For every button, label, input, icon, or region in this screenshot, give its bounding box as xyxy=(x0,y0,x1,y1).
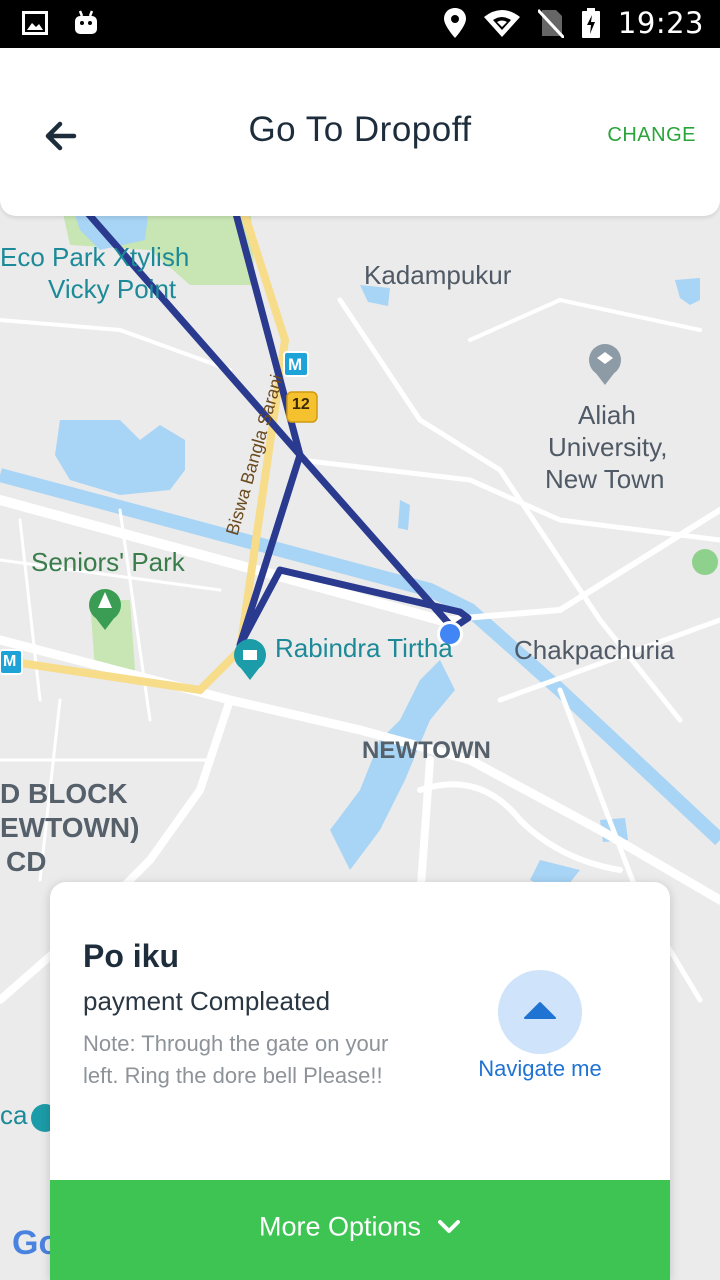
map-label-newtown: NEWTOWN xyxy=(362,737,491,764)
metro-icon-label: M xyxy=(288,355,303,374)
payment-status: payment Compleated xyxy=(83,986,331,1016)
map-label-kadampukur: Kadampukur xyxy=(364,260,512,290)
more-options-button[interactable]: More Options xyxy=(50,1180,670,1280)
map-label-aliah-line1: Aliah xyxy=(578,400,636,430)
route-badge-label: 12 xyxy=(292,396,310,413)
map-label-vicky-point: Vicky Point xyxy=(48,274,177,304)
more-options-label: More Options xyxy=(258,1211,422,1242)
wifi-icon xyxy=(483,9,520,37)
battery-charging-icon xyxy=(581,8,600,38)
map-label-seniors-park: Seniors' Park xyxy=(31,547,185,577)
map-label-aliah-line3: New Town xyxy=(545,464,665,494)
triangle-up-icon xyxy=(524,1002,556,1019)
map-label-rabindra-tirtha: Rabindra Tirtha xyxy=(275,633,453,663)
more-options-content: More Options xyxy=(50,1210,670,1242)
map-label-d-block-line1: D BLOCK xyxy=(0,778,128,809)
map-label-d-block-line2: EWTOWN) xyxy=(0,812,140,843)
map-label-ca: ca xyxy=(0,1100,28,1130)
map-label-d-block-line3: CD xyxy=(6,846,47,877)
map-label-chakpachuria: Chakpachuria xyxy=(514,635,675,665)
change-button[interactable]: CHANGE xyxy=(607,124,696,147)
metro-icon-label-2: M xyxy=(3,653,17,670)
navigate-button[interactable] xyxy=(498,970,582,1054)
delivery-note: Note: Through the gate on your left. Rin… xyxy=(83,1031,389,1088)
top-app-bar: Go To Dropoff CHANGE xyxy=(0,48,720,216)
customer-name: Po iku xyxy=(83,938,180,974)
android-icon xyxy=(74,10,98,36)
map-label-eco-park: Eco Park Xtylish xyxy=(0,242,190,272)
clock: 19:23 xyxy=(617,6,704,40)
status-bar: 19:23 xyxy=(0,0,720,48)
image-icon xyxy=(22,11,48,35)
chevron-down-icon xyxy=(438,1219,461,1233)
dropoff-card: Po iku payment Compleated Note: Through … xyxy=(50,882,670,1280)
map-label-aliah-line2: University, xyxy=(548,432,668,462)
navigate-me-link[interactable]: Navigate me xyxy=(470,1056,610,1082)
no-sim-icon xyxy=(537,8,564,38)
location-pin-icon xyxy=(443,8,466,38)
